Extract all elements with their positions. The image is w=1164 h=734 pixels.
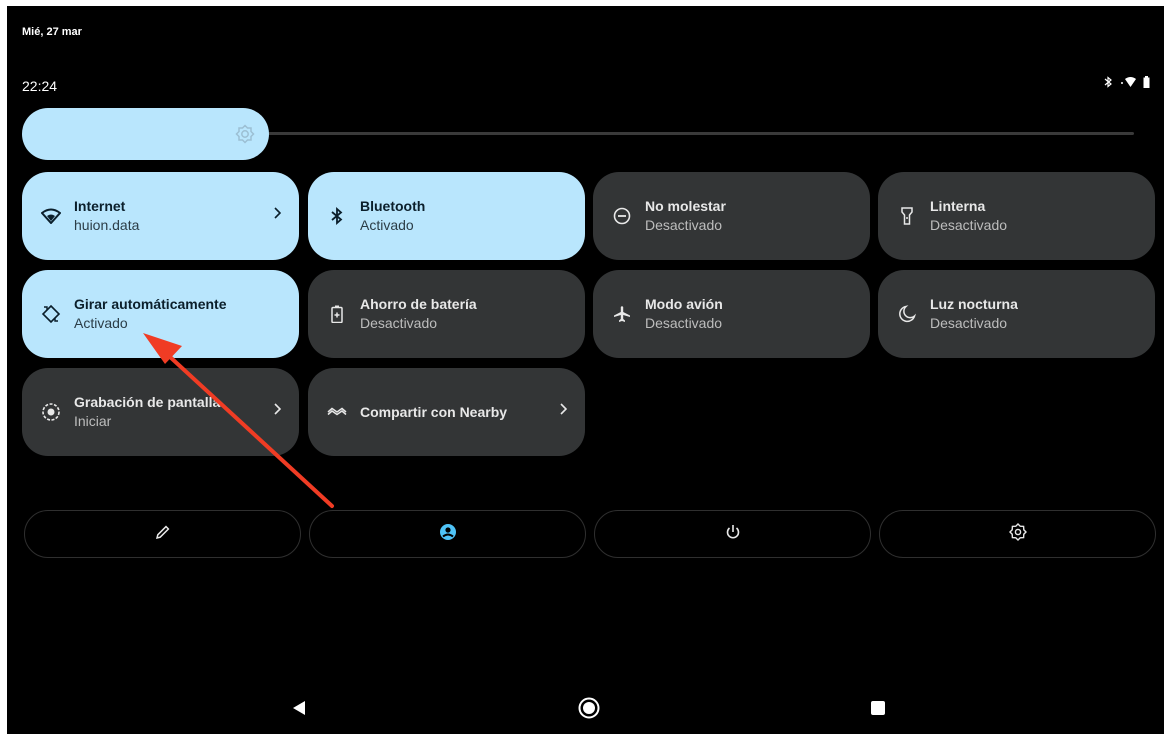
tile-title: Compartir con Nearby bbox=[360, 403, 508, 420]
tile-modo-avion[interactable]: Modo avión Desactivado bbox=[593, 270, 870, 358]
settings-button[interactable] bbox=[879, 510, 1156, 558]
tile-subtitle: Desactivado bbox=[645, 315, 723, 331]
edit-button[interactable] bbox=[24, 510, 301, 558]
status-icons bbox=[1103, 76, 1150, 88]
tile-linterna[interactable]: Linterna Desactivado bbox=[878, 172, 1155, 260]
tile-title: Modo avión bbox=[645, 296, 723, 312]
brightness-icon bbox=[235, 124, 255, 149]
power-icon bbox=[725, 524, 741, 545]
tile-luz-nocturna[interactable]: Luz nocturna Desactivado bbox=[878, 270, 1155, 358]
tile-subtitle: Activado bbox=[360, 217, 414, 233]
wifi-icon bbox=[38, 208, 64, 224]
brightness-track[interactable] bbox=[267, 132, 1134, 135]
bluetooth-icon bbox=[1103, 76, 1113, 88]
tile-title: Internet bbox=[74, 198, 126, 214]
battery-icon bbox=[1143, 76, 1150, 88]
chevron-right-icon bbox=[273, 402, 282, 420]
do-not-disturb-icon bbox=[609, 207, 635, 225]
tile-title: Linterna bbox=[930, 198, 986, 214]
wifi-icon bbox=[1119, 76, 1137, 88]
back-icon[interactable] bbox=[292, 700, 306, 721]
night-light-icon bbox=[894, 305, 920, 323]
status-time: 22:24 bbox=[22, 78, 58, 94]
settings-icon bbox=[1008, 522, 1027, 546]
user-icon bbox=[439, 523, 457, 546]
chevron-right-icon bbox=[559, 402, 568, 420]
airplane-icon bbox=[609, 305, 635, 323]
bluetooth-icon bbox=[324, 207, 350, 225]
tile-title: Grabación de pantalla bbox=[74, 394, 221, 410]
tile-subtitle: Desactivado bbox=[645, 217, 723, 233]
flashlight-icon bbox=[894, 207, 920, 225]
tile-subtitle: Desactivado bbox=[930, 315, 1008, 331]
tile-title: No molestar bbox=[645, 198, 726, 214]
auto-rotate-icon bbox=[38, 304, 64, 324]
tile-internet[interactable]: Internet huion.data bbox=[22, 172, 299, 260]
tile-ahorro-de-bateria[interactable]: Ahorro de batería Desactivado bbox=[308, 270, 585, 358]
tile-title: Bluetooth bbox=[360, 198, 426, 214]
tile-subtitle: Activado bbox=[74, 315, 128, 331]
status-date: Mié, 27 mar bbox=[22, 26, 82, 38]
power-button[interactable] bbox=[594, 510, 871, 558]
tile-bluetooth[interactable]: Bluetooth Activado bbox=[308, 172, 585, 260]
tile-subtitle: Iniciar bbox=[74, 413, 112, 429]
tile-girar-automaticamente[interactable]: Girar automáticamente Activado bbox=[22, 270, 299, 358]
user-button[interactable] bbox=[309, 510, 586, 558]
tile-title: Girar automáticamente bbox=[74, 296, 227, 312]
tile-subtitle: Desactivado bbox=[360, 315, 438, 331]
tile-title: Luz nocturna bbox=[930, 296, 1018, 312]
tile-title: Ahorro de batería bbox=[360, 296, 477, 312]
tile-compartir-con-nearby[interactable]: Compartir con Nearby bbox=[308, 368, 585, 456]
tile-subtitle: Desactivado bbox=[930, 217, 1008, 233]
tile-no-molestar[interactable]: No molestar Desactivado bbox=[593, 172, 870, 260]
recents-icon[interactable] bbox=[870, 700, 886, 721]
chevron-right-icon bbox=[273, 206, 282, 224]
battery-saver-icon bbox=[324, 305, 350, 323]
tile-subtitle: huion.data bbox=[74, 217, 140, 233]
quick-settings-panel: Mié, 27 mar 22:24 Internet huion.data Bl… bbox=[7, 6, 1164, 734]
home-icon[interactable] bbox=[578, 697, 600, 724]
screen-record-icon bbox=[38, 402, 64, 422]
brightness-slider[interactable] bbox=[22, 108, 269, 160]
edit-icon bbox=[155, 524, 171, 545]
tile-grabacion-de-pantalla[interactable]: Grabación de pantalla Iniciar bbox=[22, 368, 299, 456]
nearby-share-icon bbox=[324, 405, 350, 419]
